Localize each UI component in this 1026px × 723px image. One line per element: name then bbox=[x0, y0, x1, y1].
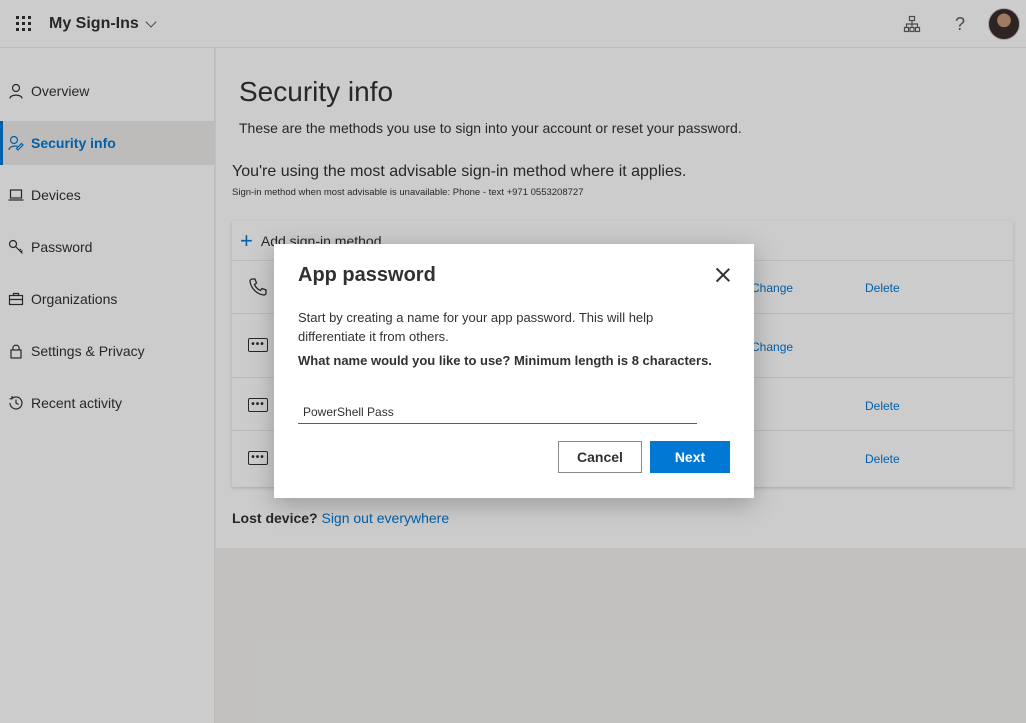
next-button[interactable]: Next bbox=[650, 441, 730, 473]
dialog-question: What name would you like to use? Minimum… bbox=[298, 353, 712, 368]
dialog-description: Start by creating a name for your app pa… bbox=[298, 310, 654, 344]
app-password-dialog: App password Start by creating a name fo… bbox=[274, 244, 754, 498]
dialog-title: App password bbox=[298, 264, 436, 286]
cancel-button[interactable]: Cancel bbox=[558, 441, 642, 473]
app-password-name-input[interactable] bbox=[298, 400, 697, 424]
close-icon[interactable] bbox=[714, 266, 732, 284]
